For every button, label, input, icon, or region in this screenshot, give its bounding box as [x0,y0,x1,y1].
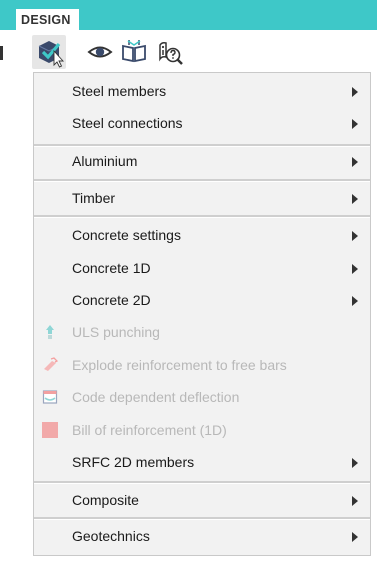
bill-icon [42,422,58,438]
menu-item-label: Steel connections [72,115,183,131]
menu-item-label: Aluminium [72,153,138,169]
menu-item-label: Composite [72,492,139,508]
menu-item-geotechnics[interactable]: Geotechnics [34,520,370,552]
menu-item-label: Geotechnics [72,528,150,544]
submenu-arrow-icon [352,296,358,306]
menu-item-label: Concrete settings [72,227,181,243]
submenu-arrow-icon [352,119,358,129]
explode-bars-icon [42,357,59,373]
submenu-arrow-icon [352,458,358,468]
menu-item-label: Bill of reinforcement (1D) [72,422,227,438]
tab-accent [13,9,16,30]
menu-item-aluminium[interactable]: Aluminium [34,145,370,177]
menu-item-label: SRFC 2D members [72,454,195,470]
eye-icon[interactable] [83,35,117,69]
menu-item-label: ULS punching [72,324,160,340]
tab-design[interactable]: DESIGN [13,9,79,30]
menu-item-steel-members[interactable]: Steel members [34,75,370,107]
menu-separator [34,215,370,218]
design-menu: Steel members Steel connections Aluminiu… [33,72,371,556]
submenu-arrow-icon [352,231,358,241]
toolbar-edge [0,46,3,60]
design-check-icon[interactable] [32,35,66,69]
submenu-arrow-icon [352,157,358,167]
menu-item-concrete-1d[interactable]: Concrete 1D [34,252,370,284]
submenu-arrow-icon [352,87,358,97]
tab-design-label: DESIGN [21,13,71,27]
menu-item-concrete-settings[interactable]: Concrete settings [34,219,370,251]
submenu-arrow-icon [352,532,358,542]
menu-item-label: Concrete 2D [72,292,151,308]
menu-item-label: Explode reinforcement to free bars [72,357,287,373]
punching-icon [42,324,58,340]
menu-item-composite[interactable]: Composite [34,484,370,516]
menu-item-srfc-2d-members[interactable]: SRFC 2D members [34,446,370,478]
menu-item-label: Code dependent deflection [72,389,240,405]
menu-item-label: Steel members [72,83,167,99]
info-help-icon[interactable] [154,35,188,69]
submenu-arrow-icon [352,194,358,204]
menu-item-explode-reinforcement: Explode reinforcement to free bars [34,349,370,381]
menu-item-uls-punching: ULS punching [34,316,370,348]
menu-item-bill-of-reinforcement: Bill of reinforcement (1D) [34,414,370,446]
menu-item-label: Timber [72,190,116,206]
menu-item-concrete-2d[interactable]: Concrete 2D [34,284,370,316]
book-icon[interactable] [117,35,151,69]
submenu-arrow-icon [352,264,358,274]
menu-item-code-deflection: Code dependent deflection [34,381,370,413]
menu-item-label: Concrete 1D [72,260,151,276]
submenu-arrow-icon [352,496,358,506]
menu-item-steel-connections[interactable]: Steel connections [34,107,370,139]
deflection-icon [42,389,58,405]
menu-item-timber[interactable]: Timber [34,182,370,214]
